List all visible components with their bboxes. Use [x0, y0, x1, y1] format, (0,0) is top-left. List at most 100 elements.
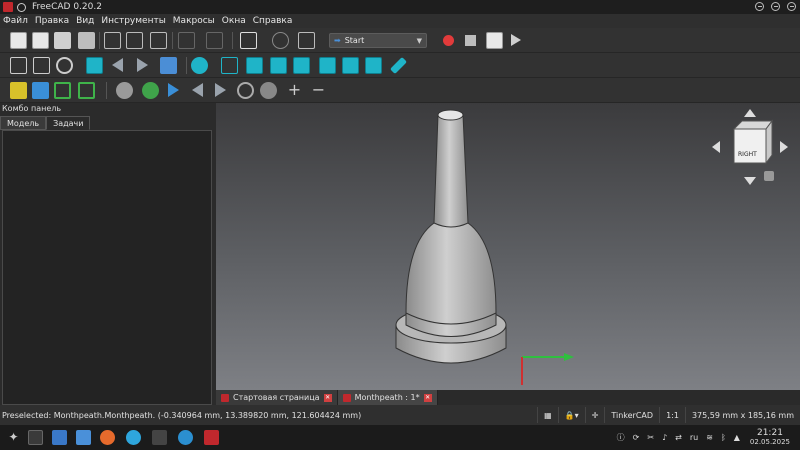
bounding-box-icon[interactable] [86, 57, 103, 74]
web-stop-icon[interactable] [116, 82, 133, 99]
maximize-button[interactable] [771, 2, 780, 11]
pin-icon[interactable] [17, 2, 26, 12]
part-icon[interactable] [10, 82, 27, 99]
minimize-button[interactable] [755, 2, 764, 11]
document-tabs: Стартовая страница ✕ Monthpeath : 1* ✕ [216, 390, 800, 405]
view-rear-icon[interactable] [319, 57, 336, 74]
menu-file[interactable]: Файл [3, 16, 28, 26]
whats-this-icon[interactable] [298, 32, 315, 49]
tab-model[interactable]: Модель [0, 116, 47, 130]
axis-cross [521, 353, 574, 385]
link-actions-icon[interactable] [78, 82, 95, 99]
fit-all-icon[interactable] [10, 57, 27, 74]
run-macro-icon[interactable] [511, 34, 521, 46]
measure-distance-icon[interactable] [390, 57, 407, 74]
macro-editor-icon[interactable] [486, 32, 503, 49]
web-go-icon[interactable] [168, 83, 179, 97]
group-folder-icon[interactable] [32, 82, 49, 99]
cut-icon[interactable] [104, 32, 121, 49]
info-icon[interactable]: ⓘ [617, 432, 625, 443]
zoom-in-icon[interactable]: + [286, 82, 303, 99]
status-bar: Preselected: Monthpeath.Monthpeath. (-0.… [0, 405, 800, 425]
tray-expand-icon[interactable]: ▲ [734, 433, 740, 442]
workbench-selector[interactable]: ➡ Start ▼ [329, 33, 427, 48]
terminal-icon[interactable] [28, 430, 43, 445]
mouthpiece-model[interactable] [376, 103, 526, 390]
view-right-icon[interactable] [293, 57, 310, 74]
bluetooth-icon[interactable]: ᛒ [721, 433, 726, 442]
close-tab-icon[interactable]: ✕ [323, 393, 332, 402]
paste-icon[interactable] [150, 32, 167, 49]
network-icon[interactable]: ⇄ [675, 433, 682, 442]
software-center-icon[interactable] [52, 430, 67, 445]
toolbar-file: ➡ Start ▼ [0, 28, 800, 53]
zoom-out-icon[interactable]: − [310, 82, 327, 99]
new-document-icon[interactable] [10, 32, 27, 49]
print-icon[interactable] [78, 32, 95, 49]
copy-icon[interactable] [126, 32, 143, 49]
freecad-logo-icon [3, 2, 13, 12]
navigation-cube[interactable]: RIGHT [710, 107, 790, 187]
tab-tasks[interactable]: Задачи [46, 116, 91, 130]
keyboard-layout[interactable]: ru [690, 433, 698, 442]
open-document-icon[interactable] [32, 32, 49, 49]
menu-help[interactable]: Справка [253, 16, 293, 26]
web-back-icon[interactable] [192, 83, 203, 97]
make-link-icon[interactable] [54, 82, 71, 99]
doc-tab-start-page[interactable]: Стартовая страница ✕ [216, 390, 338, 405]
update-icon[interactable]: ⟳ [633, 433, 640, 442]
web-stop-load-icon[interactable] [260, 82, 277, 99]
telegram-icon[interactable] [126, 430, 141, 445]
menu-tools[interactable]: Инструменты [101, 16, 165, 26]
view-front-icon[interactable] [246, 57, 263, 74]
link-icon[interactable] [160, 57, 177, 74]
view-bottom-icon[interactable] [342, 57, 359, 74]
undo-icon[interactable] [178, 32, 195, 49]
menu-macros[interactable]: Макросы [173, 16, 215, 26]
web-forward-icon[interactable] [215, 83, 226, 97]
stop-macro-icon[interactable] [465, 35, 476, 46]
firefox-icon[interactable] [100, 430, 115, 445]
tools-icon[interactable]: ✂ [647, 433, 654, 442]
isometric-view-icon[interactable] [191, 57, 208, 74]
draw-style-icon[interactable] [56, 57, 73, 74]
volume-icon[interactable]: ♪ [662, 433, 667, 442]
menu-edit[interactable]: Правка [35, 16, 69, 26]
app-launcher-icon[interactable]: ✦ [6, 430, 21, 445]
view-forward-icon[interactable] [137, 58, 148, 72]
doc-tab-monthpeath[interactable]: Monthpeath : 1* ✕ [337, 390, 438, 405]
refresh-check-icon[interactable] [240, 32, 257, 49]
fit-selection-icon[interactable] [33, 57, 50, 74]
file-manager-icon[interactable] [76, 430, 91, 445]
menu-view[interactable]: Вид [76, 16, 94, 26]
view-left-icon[interactable] [365, 57, 382, 74]
recompute-icon[interactable] [272, 32, 289, 49]
menu-windows[interactable]: Окна [222, 16, 246, 26]
snap-icon[interactable]: ✛ [584, 407, 605, 423]
freecad-taskbar-icon[interactable] [204, 430, 219, 445]
scale-selector[interactable]: 1:1 [659, 407, 685, 423]
redo-icon[interactable] [206, 32, 223, 49]
wifi-icon[interactable]: ≋ [706, 433, 713, 442]
close-button[interactable] [787, 2, 796, 11]
lock-icon[interactable]: 🔒▾ [557, 407, 585, 423]
console-icon[interactable] [152, 430, 167, 445]
grid-icon[interactable]: ▦ [537, 407, 558, 423]
close-tab-icon[interactable]: ✕ [423, 393, 432, 402]
title-bar: FreeCAD 0.20.2 [0, 0, 800, 14]
save-icon[interactable] [54, 32, 71, 49]
record-macro-icon[interactable] [443, 35, 454, 46]
view-top-icon[interactable] [270, 57, 287, 74]
toolbar-view [0, 53, 800, 78]
menu-bar: Файл Правка Вид Инструменты Макросы Окна… [0, 14, 800, 28]
3d-viewport[interactable]: RIGHT [216, 103, 800, 390]
web-globe-icon[interactable] [142, 82, 159, 99]
view-iso-cube-icon[interactable] [221, 57, 238, 74]
web-refresh-icon[interactable] [237, 82, 254, 99]
navcube-menu-icon[interactable] [764, 171, 774, 181]
clock[interactable]: 21:21 02.05.2025 [749, 428, 790, 447]
vscode-icon[interactable] [178, 430, 193, 445]
view-back-icon[interactable] [112, 58, 123, 72]
nav-style-selector[interactable]: TinkerCAD [604, 407, 659, 423]
clock-date: 02.05.2025 [749, 437, 790, 446]
